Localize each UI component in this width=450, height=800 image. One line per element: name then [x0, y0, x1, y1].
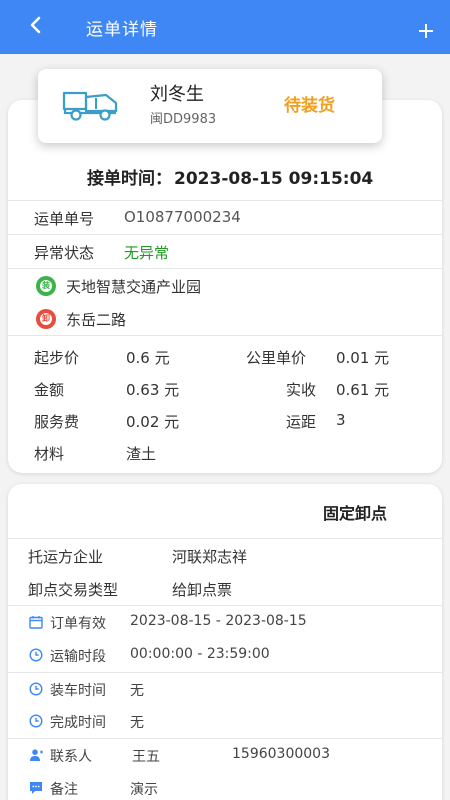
- contact-phone[interactable]: 15960300003: [232, 746, 330, 762]
- material-value: 渣土: [126, 445, 157, 463]
- clock-icon: [29, 648, 43, 662]
- clock-icon: [29, 714, 43, 728]
- remark-value: 演示: [130, 782, 158, 798]
- contact-person-icon: [30, 749, 43, 761]
- unit-price-value: 0.01 元: [336, 349, 390, 367]
- page-title: 运单详情: [86, 20, 158, 40]
- material-label: 材料: [34, 445, 65, 463]
- divider: [8, 538, 442, 539]
- status-badge: 待装货: [284, 96, 335, 116]
- finish-time-label: 完成时间: [50, 715, 106, 731]
- trade-type-label: 卸点交易类型: [28, 581, 119, 599]
- driver-card: 刘冬生 闽DD9983 待装货: [38, 69, 382, 143]
- chevron-left-icon[interactable]: [24, 10, 48, 40]
- order-valid-label: 订单有效: [50, 616, 106, 632]
- truck-icon: [62, 91, 118, 121]
- abnormal-status-label: 异常状态: [34, 244, 95, 262]
- shipper-company-value: 河联郑志祥: [172, 548, 248, 566]
- divider: [8, 672, 442, 673]
- divider: [8, 335, 442, 336]
- order-valid-value: 2023-08-15 - 2023-08-15: [130, 613, 307, 629]
- load-icon-text: 装: [40, 280, 52, 292]
- unload-location-icon: 卸: [36, 309, 56, 329]
- plus-icon[interactable]: [414, 19, 438, 43]
- order-number-label: 运单单号: [34, 210, 95, 228]
- distance-value: 3: [336, 411, 346, 429]
- divider: [8, 200, 442, 201]
- received-value: 0.61 元: [336, 381, 390, 399]
- calendar-icon: [29, 616, 43, 629]
- top-bar: 运单详情: [0, 0, 450, 54]
- divider: [8, 605, 442, 606]
- remark-icon: [30, 782, 42, 794]
- transport-period-label: 运输时段: [50, 649, 106, 665]
- service-fee-label: 服务费: [34, 413, 80, 431]
- unit-price-label: 公里单价: [246, 349, 307, 367]
- accept-time-label: 接单时间：: [87, 169, 172, 189]
- accept-time: 接单时间： 2023-08-15 09:15:04: [87, 164, 373, 189]
- finish-time-value: 无: [130, 715, 144, 731]
- amount-label: 金额: [34, 381, 65, 399]
- start-price-value: 0.6 元: [126, 349, 170, 367]
- unload-icon-text: 卸: [40, 313, 52, 325]
- transport-period-value: 00:00:00 - 23:59:00: [130, 646, 270, 662]
- load-location: 天地智慧交通产业园: [66, 278, 202, 296]
- loading-time-value: 无: [130, 683, 144, 699]
- divider: [8, 738, 442, 739]
- driver-name: 刘冬生: [150, 84, 204, 105]
- load-location-icon: 装: [36, 276, 56, 296]
- contact-person-name: 王五: [132, 749, 160, 765]
- contact-person-label: 联系人: [50, 749, 92, 765]
- divider: [8, 268, 442, 269]
- service-fee-value: 0.02 元: [126, 413, 180, 431]
- abnormal-status-value: 无异常: [124, 244, 170, 262]
- distance-label: 运距: [286, 413, 317, 431]
- accept-time-value: 2023-08-15 09:15:04: [174, 169, 374, 189]
- shipper-company-label: 托运方企业: [28, 548, 104, 566]
- remark-label: 备注: [50, 782, 78, 798]
- clock-icon: [29, 682, 43, 696]
- license-plate: 闽DD9983: [150, 112, 217, 127]
- divider: [8, 234, 442, 235]
- fixed-unload-title: 固定卸点: [323, 504, 388, 523]
- amount-value: 0.63 元: [126, 381, 180, 399]
- order-number-value: O10877000234: [124, 208, 241, 226]
- received-label: 实收: [286, 381, 317, 399]
- start-price-label: 起步价: [34, 349, 80, 367]
- trade-type-value: 给卸点票: [172, 581, 233, 599]
- loading-time-label: 装车时间: [50, 683, 106, 699]
- unload-location: 东岳二路: [66, 311, 127, 329]
